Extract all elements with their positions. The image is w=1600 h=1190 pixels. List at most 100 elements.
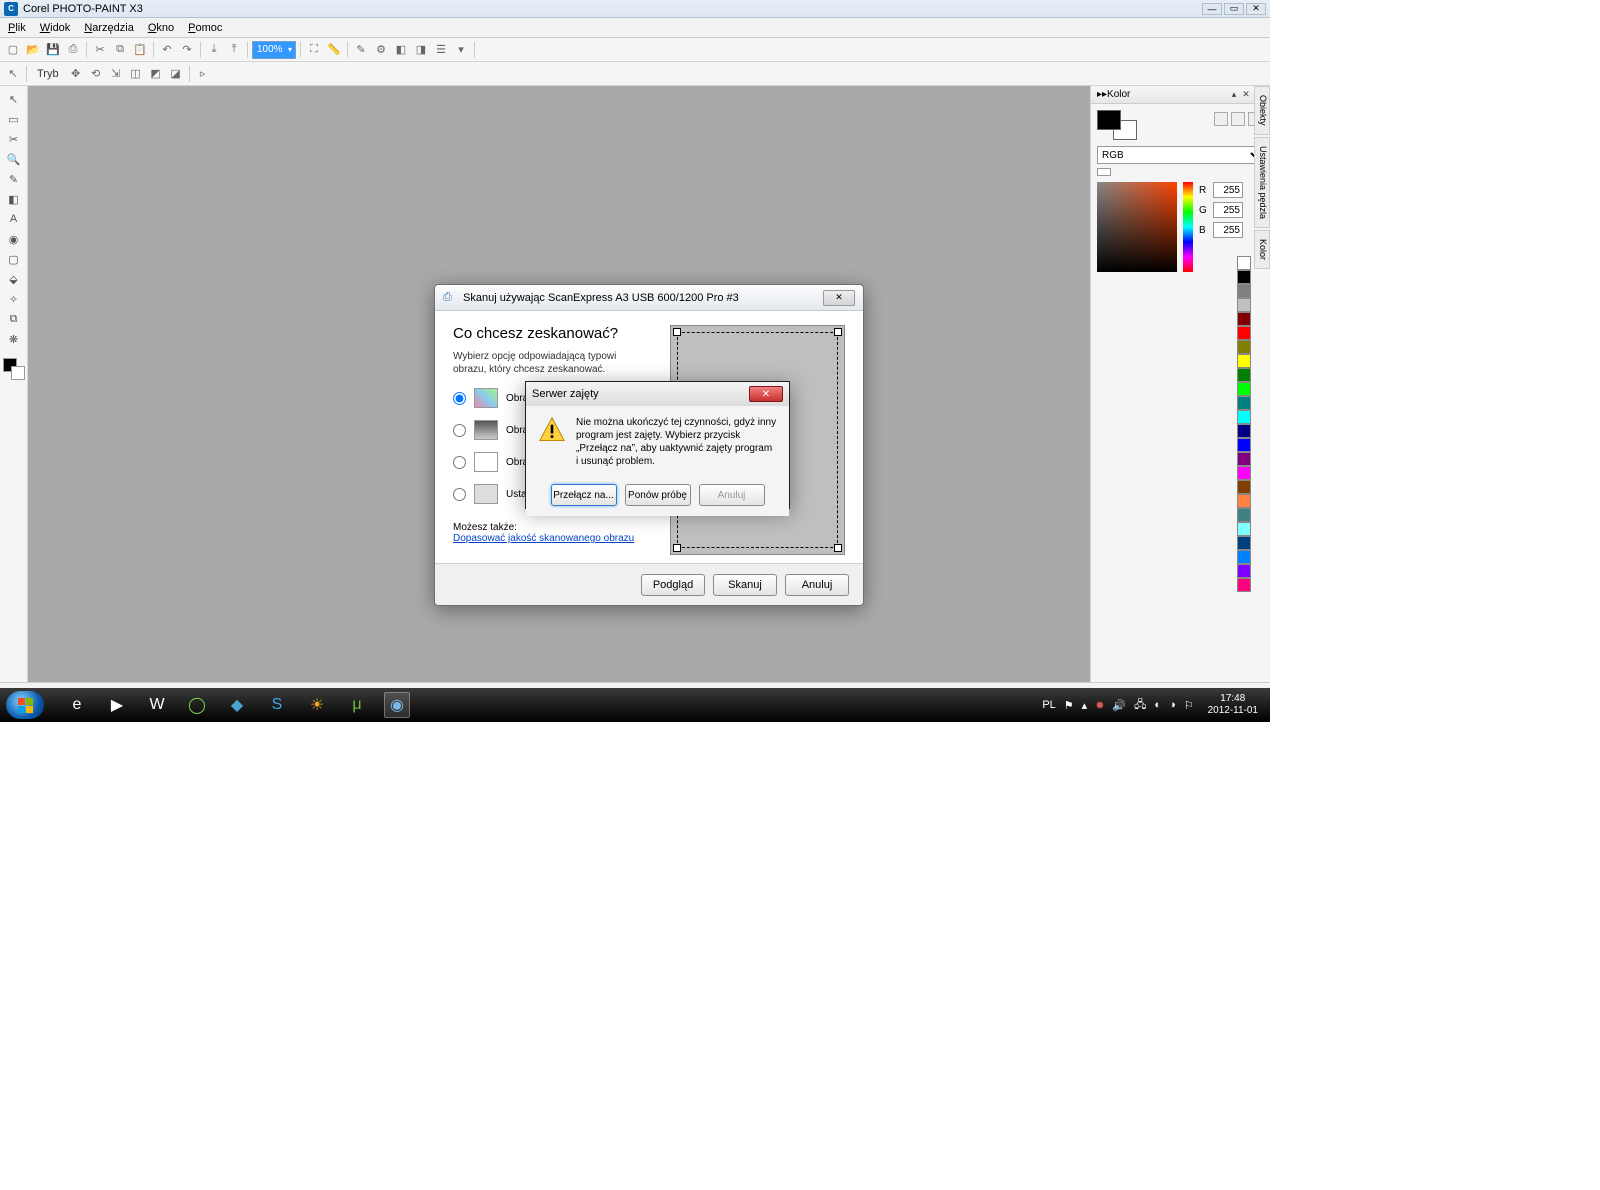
- busy-dialog-titlebar[interactable]: Serwer zajęty ✕: [526, 382, 789, 406]
- tray-up-icon[interactable]: ▴: [1082, 699, 1088, 712]
- task-word-icon[interactable]: W: [144, 692, 170, 718]
- palette-chip[interactable]: [1237, 382, 1251, 396]
- fore-color-swatch[interactable]: [1097, 110, 1121, 130]
- palette-chip[interactable]: [1237, 284, 1251, 298]
- color-model-select[interactable]: RGB: [1097, 146, 1264, 164]
- redo-icon[interactable]: ↷: [178, 41, 196, 59]
- effect-tool-icon[interactable]: ✧: [5, 290, 23, 308]
- rulers-icon[interactable]: 📏: [325, 41, 343, 59]
- palette-chip[interactable]: [1237, 298, 1251, 312]
- mode-f-icon[interactable]: ◪: [167, 65, 185, 83]
- window-maximize-button[interactable]: ▭: [1224, 3, 1244, 15]
- rectangle-tool-icon[interactable]: ▢: [5, 250, 23, 268]
- hue-slider[interactable]: [1183, 182, 1193, 272]
- scan-scan-button[interactable]: Skanuj: [713, 574, 777, 596]
- task-ie-icon[interactable]: e: [64, 692, 90, 718]
- text-tool-icon[interactable]: A: [5, 210, 23, 228]
- scan-handle-tl[interactable]: [673, 328, 681, 336]
- menu-narzedzia[interactable]: Narzędzia: [84, 22, 134, 34]
- palette-chip[interactable]: [1237, 564, 1251, 578]
- palette-chip[interactable]: [1237, 270, 1251, 284]
- copy-icon[interactable]: ⧉: [111, 41, 129, 59]
- palette-chip[interactable]: [1237, 396, 1251, 410]
- palette-chip[interactable]: [1237, 480, 1251, 494]
- task-app-a-icon[interactable]: ◆: [224, 692, 250, 718]
- scan-radio-grayscale[interactable]: [453, 424, 466, 437]
- window-minimize-button[interactable]: —: [1202, 3, 1222, 15]
- tray-action-center-icon[interactable]: ⚑: [1064, 699, 1074, 712]
- play-icon[interactable]: ▹: [194, 65, 212, 83]
- launch-c-icon[interactable]: ◧: [392, 41, 410, 59]
- task-photopaint-icon[interactable]: ◉: [384, 692, 410, 718]
- export-icon[interactable]: ⤒: [225, 41, 243, 59]
- options-icon[interactable]: ▾: [452, 41, 470, 59]
- task-wmp-icon[interactable]: ▶: [104, 692, 130, 718]
- print-icon[interactable]: ⎙: [64, 41, 82, 59]
- mode-e-icon[interactable]: ◩: [147, 65, 165, 83]
- tray-network-icon[interactable]: 🖧: [1134, 696, 1146, 715]
- busy-switch-button[interactable]: Przełącz na...: [551, 484, 617, 506]
- palette-chip[interactable]: [1237, 340, 1251, 354]
- scan-preview-button[interactable]: Podgląd: [641, 574, 705, 596]
- open-icon[interactable]: 📂: [24, 41, 42, 59]
- menu-widok[interactable]: Widok: [40, 22, 71, 34]
- image-sprayer-icon[interactable]: ❋: [5, 330, 23, 348]
- pick-tool-icon[interactable]: ↖: [5, 90, 23, 108]
- tab-obiekty[interactable]: Obiekty: [1254, 86, 1270, 135]
- color-viewer-b-icon[interactable]: [1231, 112, 1245, 126]
- menu-pomoc[interactable]: Pomoc: [188, 22, 222, 34]
- scan-dialog-close-button[interactable]: ✕: [823, 290, 855, 306]
- start-button[interactable]: [6, 691, 44, 719]
- palette-chip[interactable]: [1237, 312, 1251, 326]
- scan-radio-bw[interactable]: [453, 456, 466, 469]
- mode-b-icon[interactable]: ⟲: [87, 65, 105, 83]
- task-skype-icon[interactable]: S: [264, 692, 290, 718]
- mode-a-icon[interactable]: ✥: [67, 65, 85, 83]
- scan-dialog-titlebar[interactable]: ⎙ Skanuj używając ScanExpress A3 USB 600…: [435, 285, 863, 311]
- scan-radio-color[interactable]: [453, 392, 466, 405]
- g-input[interactable]: [1213, 202, 1243, 218]
- window-close-button[interactable]: ✕: [1246, 3, 1266, 15]
- tray-volume-icon[interactable]: 🔊: [1112, 699, 1126, 712]
- mask-tool-icon[interactable]: ▭: [5, 110, 23, 128]
- scan-quality-link[interactable]: Dopasować jakość skanowanego obrazu: [453, 533, 634, 544]
- palette-chip[interactable]: [1237, 326, 1251, 340]
- palette-chip[interactable]: [1237, 522, 1251, 536]
- palette-chip[interactable]: [1237, 494, 1251, 508]
- palette-chip[interactable]: [1237, 550, 1251, 564]
- busy-dialog-close-button[interactable]: ✕: [749, 386, 783, 402]
- palette-chip[interactable]: [1237, 466, 1251, 480]
- task-sun-icon[interactable]: ☀: [304, 692, 330, 718]
- tray-flag-icon[interactable]: ⚐: [1184, 699, 1194, 712]
- tray-a-icon[interactable]: ◐: [1154, 699, 1161, 711]
- palette-chip[interactable]: [1237, 452, 1251, 466]
- palette-chip[interactable]: [1237, 438, 1251, 452]
- pointer-icon[interactable]: ↖: [4, 65, 22, 83]
- launch-b-icon[interactable]: ⚙: [372, 41, 390, 59]
- palette-chip[interactable]: [1237, 536, 1251, 550]
- color-docker-header[interactable]: ▸▸ Kolor ▴ ✕ ▸: [1091, 86, 1270, 104]
- task-utorrent-icon[interactable]: ◯: [184, 692, 210, 718]
- fullscreen-icon[interactable]: ⛶: [305, 41, 323, 59]
- palette-chip[interactable]: [1237, 424, 1251, 438]
- mode-c-icon[interactable]: ⇲: [107, 65, 125, 83]
- docker-close-button[interactable]: ✕: [1240, 89, 1252, 101]
- busy-retry-button[interactable]: Ponów próbę: [625, 484, 691, 506]
- menu-plik[interactable]: Plik: [8, 22, 26, 34]
- tab-kolor[interactable]: Kolor: [1254, 230, 1270, 269]
- zoom-tool-icon[interactable]: 🔍: [5, 150, 23, 168]
- color-viewer-a-icon[interactable]: [1214, 112, 1228, 126]
- new-icon[interactable]: ▢: [4, 41, 22, 59]
- docker-collapse-button[interactable]: ▴: [1228, 89, 1240, 101]
- import-icon[interactable]: ⤓: [205, 41, 223, 59]
- r-input[interactable]: [1213, 182, 1243, 198]
- zoom-combo[interactable]: 100%: [252, 41, 296, 59]
- busy-cancel-button[interactable]: Anuluj: [699, 484, 765, 506]
- tray-gear-icon[interactable]: ✹: [1095, 699, 1104, 712]
- palette-chip[interactable]: [1237, 368, 1251, 382]
- mode-d-icon[interactable]: ◫: [127, 65, 145, 83]
- fill-tool-icon[interactable]: ⬙: [5, 270, 23, 288]
- paste-icon[interactable]: 📋: [131, 41, 149, 59]
- scan-handle-bl[interactable]: [673, 544, 681, 552]
- scan-radio-custom[interactable]: [453, 488, 466, 501]
